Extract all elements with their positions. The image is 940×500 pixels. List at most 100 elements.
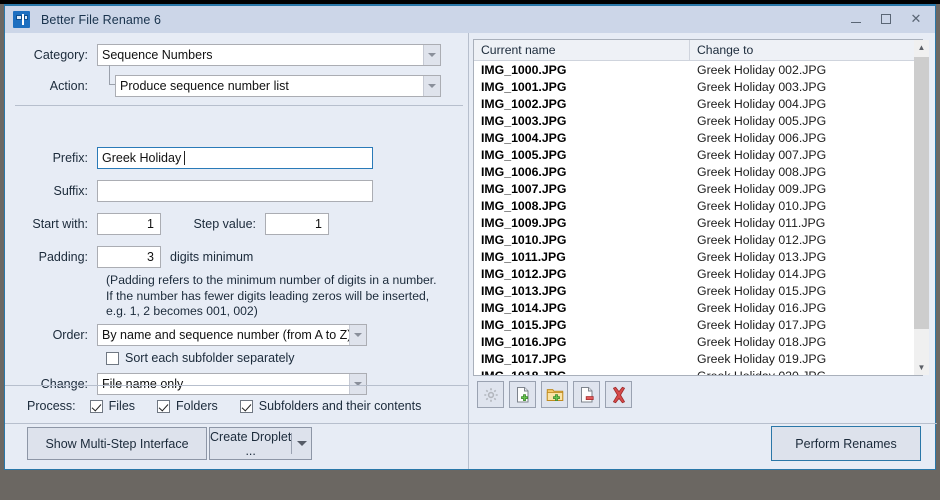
show-multi-step-interface-button[interactable]: Show Multi-Step Interface bbox=[27, 427, 207, 460]
cell-current-name: IMG_1018.JPG bbox=[474, 369, 690, 376]
process-subfolders-checkbox[interactable] bbox=[239, 399, 253, 413]
cell-current-name: IMG_1015.JPG bbox=[481, 317, 567, 332]
action-bar: Show Multi-Step Interface Create Droplet… bbox=[5, 424, 937, 469]
step-value-input[interactable]: 1 bbox=[265, 213, 329, 235]
cell-current-name: IMG_1017.JPG bbox=[481, 351, 567, 366]
action-value: Produce sequence number list bbox=[120, 79, 289, 93]
table-row[interactable]: IMG_1010.JPG Greek Holiday 012.JPG bbox=[474, 231, 922, 248]
table-row[interactable]: IMG_1001.JPG Greek Holiday 003.JPG bbox=[474, 78, 922, 95]
column-header-change-to[interactable]: Change to bbox=[690, 40, 922, 60]
table-row[interactable]: IMG_1008.JPG Greek Holiday 010.JPG bbox=[474, 197, 922, 214]
table-row[interactable]: IMG_1007.JPG Greek Holiday 009.JPG bbox=[474, 180, 922, 197]
text-caret bbox=[184, 151, 186, 165]
cell-change-to: Greek Holiday 014.JPG bbox=[697, 266, 827, 281]
cell-change-to: Greek Holiday 018.JPG bbox=[697, 334, 827, 349]
cell-current-name: IMG_1000.JPG bbox=[481, 62, 567, 77]
cell-change-to: Greek Holiday 011.JPG bbox=[697, 215, 826, 230]
maximize-button[interactable] bbox=[871, 6, 901, 32]
table-row[interactable]: IMG_1014.JPG Greek Holiday 016.JPG bbox=[474, 299, 922, 316]
table-row[interactable]: IMG_1003.JPG Greek Holiday 005.JPG bbox=[474, 112, 922, 129]
table-row[interactable]: IMG_1012.JPG Greek Holiday 014.JPG bbox=[474, 265, 922, 282]
table-row[interactable]: IMG_1002.JPG Greek Holiday 004.JPG bbox=[474, 95, 922, 112]
cell-current-name: IMG_1002.JPG bbox=[481, 96, 567, 111]
create-droplet-button[interactable]: Create Droplet ... bbox=[209, 427, 312, 460]
cell-current-name: IMG_1014.JPG bbox=[481, 300, 567, 315]
suffix-row: Suffix: bbox=[5, 180, 469, 202]
chevron-down-icon[interactable] bbox=[423, 76, 440, 96]
cell-change-to: Greek Holiday 002.JPG bbox=[697, 62, 827, 77]
order-select[interactable]: By name and sequence number (from A to Z… bbox=[97, 324, 367, 346]
list-rows: IMG_1000.JPG Greek Holiday 002.JPG IMG_100… bbox=[474, 61, 922, 376]
process-subfolders-label: Subfolders and their contents bbox=[258, 399, 422, 413]
add-file-icon[interactable] bbox=[509, 381, 536, 408]
table-row[interactable]: IMG_1009.JPG Greek Holiday 011.JPG bbox=[474, 214, 922, 231]
table-row[interactable]: IMG_1006.JPG Greek Holiday 008.JPG bbox=[474, 163, 922, 180]
chevron-down-icon[interactable] bbox=[292, 441, 311, 446]
chevron-down-icon[interactable] bbox=[349, 325, 366, 345]
process-folders-checkbox[interactable] bbox=[157, 399, 171, 413]
sort-subfolder-checkbox[interactable] bbox=[106, 351, 119, 365]
chevron-down-icon[interactable] bbox=[423, 45, 440, 65]
table-row[interactable]: IMG_1018.JPGGreek Holiday 020.JPG bbox=[474, 367, 922, 376]
clear-all-icon[interactable] bbox=[605, 381, 632, 408]
window-title: Better File Rename 6 bbox=[41, 12, 162, 27]
table-row[interactable]: IMG_1005.JPG Greek Holiday 007.JPG bbox=[474, 146, 922, 163]
list-vertical-scrollbar[interactable]: ▲ ▼ bbox=[914, 40, 929, 375]
cell-change-to: Greek Holiday 017.JPG bbox=[697, 317, 827, 332]
order-row: Order: By name and sequence number (from… bbox=[5, 324, 469, 346]
table-row[interactable]: IMG_1004.JPG Greek Holiday 006.JPG bbox=[474, 129, 922, 146]
rename-preview-list[interactable]: Current name Change to IMG_1000.JPG Greek… bbox=[473, 39, 923, 376]
action-select[interactable]: Produce sequence number list bbox=[115, 75, 441, 97]
suffix-input[interactable] bbox=[97, 180, 373, 202]
table-row[interactable]: IMG_1015.JPG Greek Holiday 017.JPG bbox=[474, 316, 922, 333]
process-files-checkbox[interactable] bbox=[89, 399, 103, 413]
column-header-current-name[interactable]: Current name bbox=[474, 40, 690, 60]
prefix-label: Prefix: bbox=[52, 151, 88, 165]
padding-help-text: (Padding refers to the minimum number of… bbox=[106, 273, 456, 320]
cell-current-name: IMG_1016.JPG bbox=[481, 334, 567, 349]
process-files-option[interactable]: Files bbox=[89, 399, 135, 413]
cell-change-to: Greek Holiday 010.JPG bbox=[697, 198, 827, 213]
start-with-input[interactable]: 1 bbox=[97, 213, 161, 235]
padding-help-line-1: (Padding refers to the minimum number of… bbox=[106, 273, 437, 287]
cell-current-name: IMG_1005.JPG bbox=[481, 147, 567, 162]
step-value-value: 1 bbox=[315, 217, 322, 231]
minimize-button[interactable] bbox=[841, 6, 871, 32]
settings-gear-icon[interactable] bbox=[477, 381, 504, 408]
category-value: Sequence Numbers bbox=[102, 48, 213, 62]
cell-current-name: IMG_1006.JPG bbox=[481, 164, 567, 179]
category-select[interactable]: Sequence Numbers bbox=[97, 44, 441, 66]
padding-help-line-3: e.g. 1, 2 becomes 001, 002) bbox=[106, 304, 258, 318]
close-icon[interactable]: ✕ bbox=[901, 6, 931, 32]
scrollbar-track[interactable] bbox=[914, 55, 929, 360]
scrollbar-thumb[interactable] bbox=[914, 57, 929, 329]
sort-subfolder-row[interactable]: Sort each subfolder separately bbox=[106, 351, 295, 365]
table-row[interactable]: IMG_1016.JPG Greek Holiday 018.JPG bbox=[474, 333, 922, 350]
chevron-down-icon[interactable] bbox=[349, 374, 366, 394]
scroll-up-icon[interactable]: ▲ bbox=[914, 40, 929, 55]
list-header: Current name Change to bbox=[474, 40, 922, 61]
window-controls: ✕ bbox=[841, 6, 931, 32]
cell-current-name: IMG_1011.JPG bbox=[481, 249, 566, 264]
remove-file-icon[interactable] bbox=[573, 381, 600, 408]
table-row[interactable]: IMG_1000.JPG Greek Holiday 002.JPG bbox=[474, 61, 922, 78]
table-row[interactable]: IMG_1017.JPG Greek Holiday 019.JPG bbox=[474, 350, 922, 367]
application-window: Better File Rename 6 ✕ Category: Sequenc… bbox=[4, 4, 937, 470]
scroll-down-icon[interactable]: ▼ bbox=[914, 360, 929, 375]
cell-change-to: Greek Holiday 013.JPG bbox=[697, 249, 827, 264]
create-droplet-label: Create Droplet ... bbox=[210, 429, 292, 458]
change-select[interactable]: File name only bbox=[97, 373, 367, 395]
add-folder-icon[interactable] bbox=[541, 381, 568, 408]
padding-input[interactable]: 3 bbox=[97, 246, 161, 268]
table-row[interactable]: IMG_1013.JPG Greek Holiday 015.JPG bbox=[474, 282, 922, 299]
perform-renames-button[interactable]: Perform Renames bbox=[771, 426, 921, 461]
category-label: Category: bbox=[33, 48, 88, 62]
padding-help-line-2: If the number has fewer digits leading z… bbox=[106, 288, 430, 303]
prefix-input[interactable]: Greek Holiday bbox=[97, 147, 373, 169]
process-subfolders-option[interactable]: Subfolders and their contents bbox=[239, 399, 422, 413]
process-folders-option[interactable]: Folders bbox=[157, 399, 218, 413]
start-step-row: Start with: 1 Step value: 1 bbox=[5, 213, 469, 235]
file-list-pane: Current name Change to IMG_1000.JPG Greek… bbox=[469, 33, 935, 469]
table-row[interactable]: IMG_1011.JPG Greek Holiday 013.JPG bbox=[474, 248, 922, 265]
padding-value: 3 bbox=[147, 250, 154, 264]
